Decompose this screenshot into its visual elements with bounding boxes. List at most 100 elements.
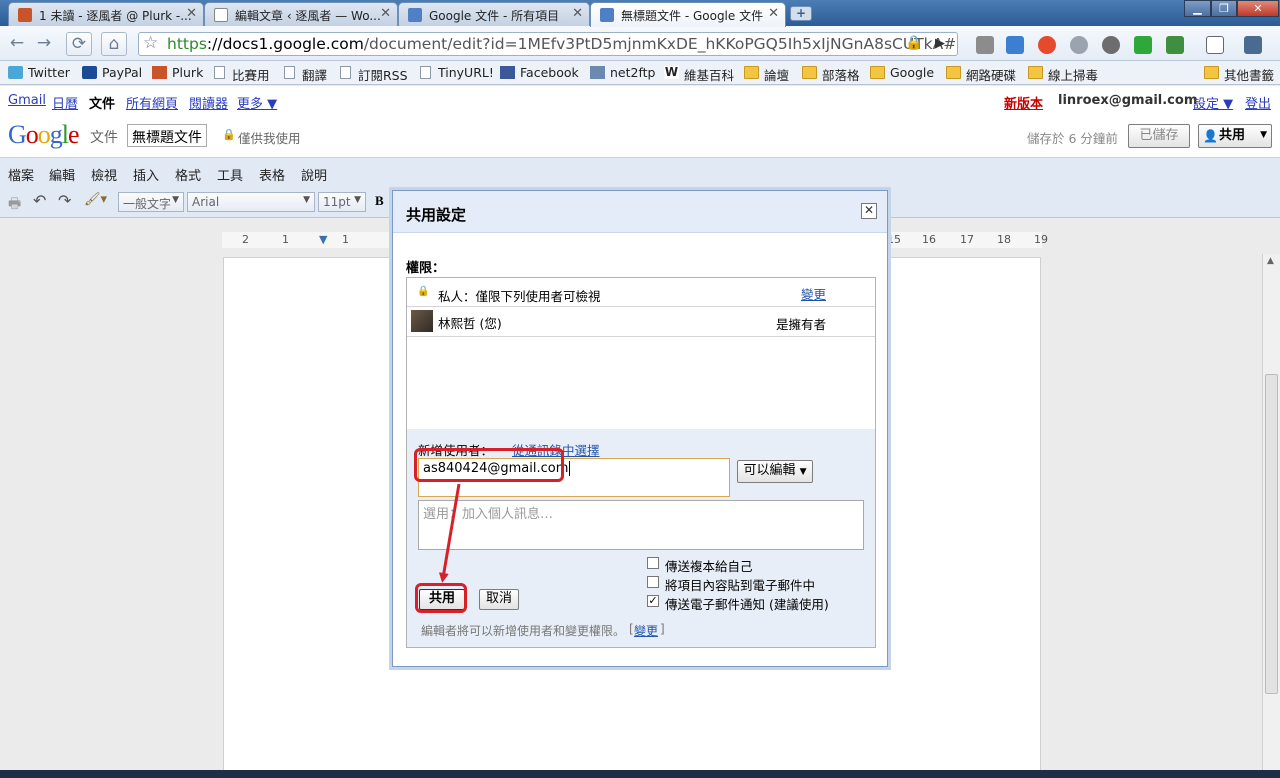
style-select[interactable]: 一般文字 ▼: [118, 192, 184, 212]
signout-link[interactable]: 登出: [1245, 93, 1271, 112]
gear-icon[interactable]: [1102, 36, 1120, 54]
scroll-up-icon[interactable]: ▲: [1267, 256, 1274, 266]
menu-help[interactable]: 說明: [301, 165, 327, 184]
menu-table[interactable]: 表格: [259, 165, 285, 184]
doc-title-field[interactable]: 無標題文件: [127, 124, 207, 147]
bookmark-wikipedia[interactable]: W 維基百科: [664, 65, 734, 84]
bookmark-blog[interactable]: 部落格: [802, 65, 860, 84]
extension-icon[interactable]: [1006, 36, 1024, 54]
page-icon: [420, 66, 431, 79]
bookmark-twitter[interactable]: Twitter: [8, 65, 70, 80]
bookmark-bisai[interactable]: 比賽用: [212, 65, 270, 84]
change-privacy-link[interactable]: 變更: [801, 284, 826, 303]
menu-file[interactable]: 檔案: [8, 165, 34, 184]
new-version-link[interactable]: 新版本: [1004, 93, 1043, 112]
settings-link[interactable]: 設定 ▼: [1193, 93, 1233, 112]
email-notify-checkbox[interactable]: ✓: [647, 595, 659, 607]
close-icon[interactable]: ✕: [380, 6, 391, 21]
extension-icon[interactable]: [976, 36, 994, 54]
send-copy-checkbox[interactable]: [647, 557, 659, 569]
close-icon[interactable]: ✕: [861, 203, 877, 219]
redo-icon[interactable]: ↷: [58, 191, 71, 210]
wikipedia-icon: W: [664, 65, 679, 79]
back-arrow-icon[interactable]: ←: [4, 32, 30, 56]
footer-note: 編輯者將可以新增使用者和變更權限。: [421, 624, 626, 638]
window-close-button[interactable]: ✕: [1237, 0, 1279, 17]
minimize-button[interactable]: ▁: [1184, 0, 1211, 17]
close-icon[interactable]: ✕: [572, 6, 583, 21]
saved-button[interactable]: 已儲存: [1128, 124, 1190, 148]
close-icon[interactable]: ✕: [186, 6, 197, 21]
permission-select[interactable]: 可以編輯 ▼: [737, 460, 813, 483]
share-menu-button[interactable]: 共用 👤 ▼: [1198, 124, 1272, 148]
footer-change-link[interactable]: 變更: [634, 622, 658, 639]
menu-view[interactable]: 檢視: [91, 165, 117, 184]
folder-icon: [1028, 66, 1043, 79]
sync-icon[interactable]: [1134, 36, 1152, 54]
bookmark-forum[interactable]: 論壇: [744, 65, 789, 84]
bookmark-google[interactable]: Google: [870, 65, 934, 80]
docs-icon: [408, 8, 422, 22]
maximize-button[interactable]: ❐: [1211, 0, 1237, 17]
wrench-icon[interactable]: [1244, 36, 1262, 54]
bookmark-plurk[interactable]: Plurk: [152, 65, 203, 80]
page-menu-icon[interactable]: [1206, 36, 1224, 54]
paint-format-icon[interactable]: 🖌▾: [84, 192, 107, 207]
seo-icon[interactable]: [1038, 36, 1056, 54]
address-bar[interactable]: ☆ https://docs1.google.com/document/edit…: [138, 32, 958, 56]
gbar-reader[interactable]: 閱讀器: [189, 93, 228, 112]
bookmark-net2ftp[interactable]: net2ftp: [590, 65, 655, 80]
menu-edit[interactable]: 編輯: [49, 165, 75, 184]
lock-icon[interactable]: 🔒: [905, 35, 922, 51]
google-logo[interactable]: Google: [8, 120, 80, 150]
gbar-calendar[interactable]: 日曆: [52, 93, 78, 112]
menu-tools[interactable]: 工具: [217, 165, 243, 184]
print-icon[interactable]: 🖶: [8, 193, 21, 217]
tab-untitled-doc[interactable]: 無標題文件 - Google 文件 ✕: [590, 2, 786, 27]
tab-plurk[interactable]: 1 未讀 - 逐風者 @ Plurk -... ✕: [8, 2, 204, 26]
facebook-icon: [500, 66, 515, 79]
bookmark-tinyurl[interactable]: TinyURL!: [418, 65, 494, 80]
undo-icon[interactable]: ↶: [33, 191, 46, 210]
tab-wordpress[interactable]: 編輯文章 ‹ 逐風者 — Wo... ✕: [204, 2, 398, 26]
forward-arrow-icon[interactable]: →: [31, 32, 57, 56]
reload-icon[interactable]: ⟳: [66, 32, 92, 56]
tab-title: 編輯文章 ‹ 逐風者 — Wo...: [235, 9, 381, 23]
home-icon[interactable]: ⌂: [101, 32, 127, 56]
gbar-web[interactable]: 所有網頁: [126, 93, 178, 112]
size-select[interactable]: 11pt ▼: [318, 192, 366, 212]
dialog-title: 共用設定: [406, 206, 467, 224]
other-bookmarks[interactable]: 其他書籤: [1204, 65, 1274, 84]
tab-docs-list[interactable]: Google 文件 - 所有項目 ✕: [398, 2, 590, 26]
privacy-text: 私人：僅限下列使用者可檢視: [438, 289, 601, 304]
paste-content-label: 將項目內容貼到電子郵件中: [665, 578, 816, 593]
star-icon[interactable]: ☆: [143, 33, 158, 53]
scrollbar-thumb[interactable]: [1265, 374, 1278, 694]
go-arrow-icon[interactable]: ▶: [935, 36, 945, 51]
vertical-scrollbar[interactable]: ▲: [1262, 254, 1280, 775]
gbar-gmail[interactable]: Gmail: [8, 93, 46, 108]
gbar-more[interactable]: 更多 ▼: [237, 93, 277, 112]
owner-row: 林熙哲 (您) 是擁有者: [407, 307, 875, 337]
page-icon: [214, 66, 225, 79]
bookmark-rss[interactable]: 訂閱RSS: [338, 65, 408, 84]
bookmark-paypal[interactable]: PayPal: [82, 65, 142, 80]
chevron-down-icon: ▼: [303, 195, 310, 205]
bold-button[interactable]: B: [375, 193, 384, 209]
bookmark-facebook[interactable]: Facebook: [500, 65, 579, 80]
message-field[interactable]: 選用：加入個人訊息…: [418, 500, 864, 550]
new-tab-button[interactable]: +: [790, 6, 812, 21]
bookmark-antivirus[interactable]: 線上掃毒: [1028, 65, 1098, 84]
bookmark-translate[interactable]: 翻譯: [282, 65, 327, 84]
globe-icon[interactable]: [1070, 36, 1088, 54]
indent-marker-icon[interactable]: ▼: [319, 233, 327, 246]
menu-format[interactable]: 格式: [175, 165, 201, 184]
menu-insert[interactable]: 插入: [133, 165, 159, 184]
close-icon[interactable]: ✕: [768, 6, 779, 21]
extension-icon[interactable]: [1166, 36, 1184, 54]
tab-title: 無標題文件 - Google 文件: [621, 9, 764, 23]
bookmark-netdisk[interactable]: 網路硬碟: [946, 65, 1016, 84]
paste-content-checkbox[interactable]: [647, 576, 659, 588]
font-select[interactable]: Arial ▼: [187, 192, 315, 212]
cancel-button[interactable]: 取消: [479, 589, 519, 610]
